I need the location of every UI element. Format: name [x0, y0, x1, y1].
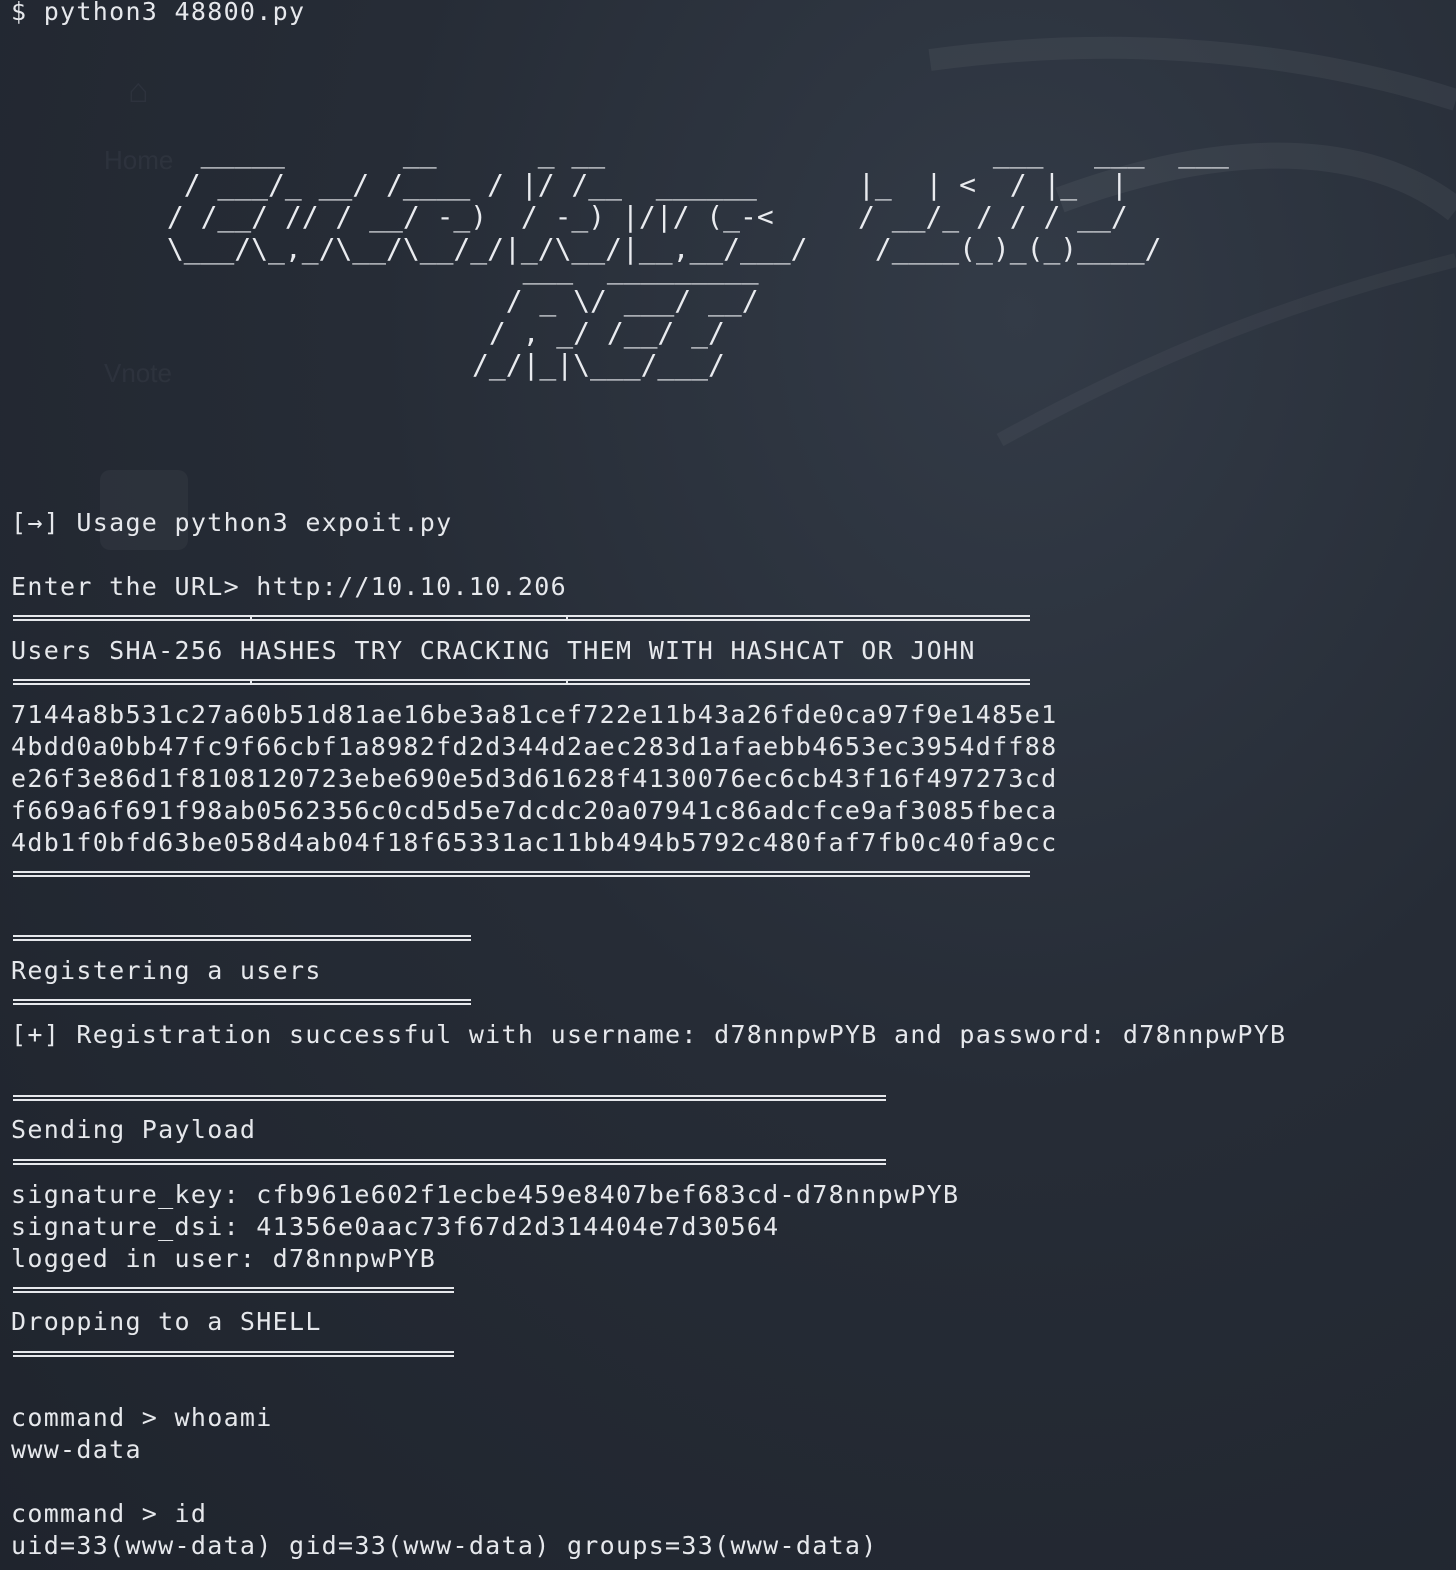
divider [13, 935, 471, 941]
hash-row: 7144a8b531c27a60b51d81ae16be3a81cef722e1… [11, 700, 1058, 729]
divider-tick [566, 615, 568, 621]
hash-row: 4db1f0bfd63be058d4ab04f18f65331ac11bb494… [11, 828, 1058, 857]
divider [13, 999, 471, 1005]
banner-art-rce: ___ _________ / _ \/ ___/ __/ / , _/ /__… [472, 252, 759, 381]
register-header: Registering a users [11, 956, 322, 985]
prompt-line: $ python3 48800.py [11, 0, 306, 26]
command-line: command > whoami [11, 1403, 273, 1432]
banner-art-title: _____ __ _ __ ___ ___ ___ / ___/_ __/ /_… [166, 136, 1229, 265]
hash-row: e26f3e86d1f8108120723ebe690e5d3d61628f41… [11, 764, 1058, 793]
command-output: uid=33(www-data) gid=33(www-data) groups… [11, 1531, 878, 1560]
hashes-header: Users SHA-256 HASHES TRY CRACKING THEM W… [11, 636, 976, 665]
usage-line: [→] Usage python3 expoit.py [11, 508, 453, 537]
divider [13, 1287, 454, 1293]
command-output: www-data [11, 1435, 142, 1464]
divider-tick [566, 679, 568, 685]
divider [13, 1351, 454, 1357]
signature-dsi: signature_dsi: 41356e0aac73f67d2d314404e… [11, 1212, 780, 1241]
command-line: command > id [11, 1499, 208, 1528]
logged-in-user: logged in user: d78nnpwPYB [11, 1244, 437, 1273]
divider-tick [250, 679, 252, 685]
divider [13, 1095, 886, 1101]
signature-key: signature_key: cfb961e602f1ecbe459e8407b… [11, 1180, 960, 1209]
divider [13, 615, 1030, 621]
divider [13, 1159, 886, 1165]
register-result: [+] Registration successful with usernam… [11, 1020, 1287, 1049]
hash-row: f669a6f691f98ab0562356c0cd5d5e7dcdc20a07… [11, 796, 1058, 825]
url-prompt: Enter the URL> http://10.10.10.206 [11, 572, 567, 601]
divider [13, 871, 1030, 877]
payload-header: Sending Payload [11, 1115, 257, 1144]
shell-header: Dropping to a SHELL [11, 1307, 322, 1336]
divider [13, 679, 1030, 685]
divider-tick [250, 615, 252, 621]
terminal-window[interactable]: $ python3 48800.py _____ __ _ __ ___ ___… [0, 0, 1456, 1570]
hash-row: 4bdd0a0bb47fc9f66cbf1a8982fd2d344d2aec28… [11, 732, 1058, 761]
